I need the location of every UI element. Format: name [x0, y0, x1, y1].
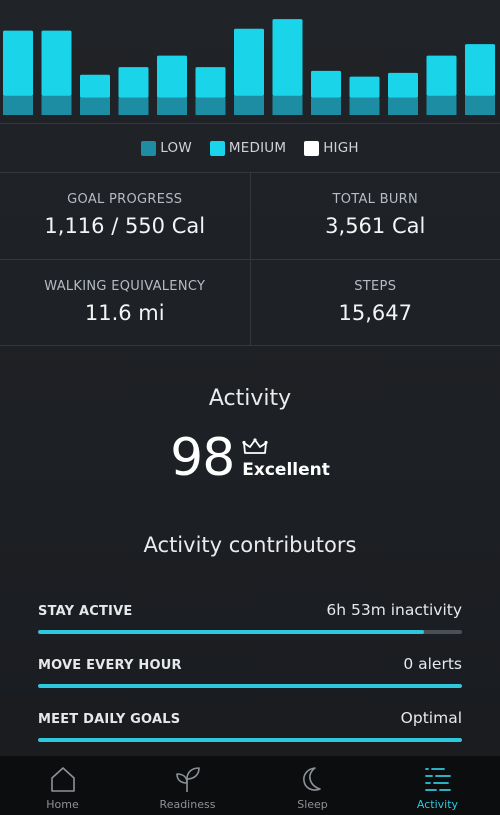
bottom-nav: Home Readiness Sleep Activity	[0, 756, 500, 815]
stat-value: 1,116 / 550 Cal	[44, 214, 206, 238]
activity-score[interactable]: 98 Excellent	[0, 428, 500, 488]
nav-label: Readiness	[159, 798, 216, 811]
contributor-progress-track	[38, 630, 462, 634]
bar-low-3	[80, 97, 110, 115]
bar-medium-13	[465, 44, 495, 96]
nav-label: Activity	[416, 798, 459, 811]
bar-low-7	[234, 95, 264, 115]
legend-label-medium: MEDIUM	[228, 140, 287, 156]
activity-bar-chart	[0, 0, 500, 120]
contributor-header: MOVE EVERY HOUR 0 alerts	[38, 655, 462, 673]
crown-icon	[242, 438, 268, 454]
bar-low-11	[388, 97, 418, 115]
bar-low-5	[157, 97, 187, 115]
chart-svg	[3, 19, 495, 115]
stat-steps[interactable]: STEPS 15,647	[249, 260, 500, 345]
bar-medium-3	[80, 74, 110, 98]
bar-medium-7	[234, 28, 264, 96]
chart-legend: LOW MEDIUM HIGH	[0, 138, 500, 158]
moon-icon	[302, 767, 321, 791]
bar-low-12	[426, 95, 457, 115]
bar-medium-9	[311, 70, 341, 98]
nav-label: Sleep	[297, 798, 328, 811]
stats-row: WALKING EQUIVALENCY 11.6 mi STEPS 15,647	[0, 259, 500, 345]
activity-screen: LOW MEDIUM HIGH GOAL PROGRESS 1,116 / 55…	[0, 0, 500, 815]
legend-swatch-high	[304, 140, 320, 156]
stat-label: GOAL PROGRESS	[67, 192, 183, 207]
contributor-header: MEET DAILY GOALS Optimal	[38, 709, 462, 727]
contributor-name: MOVE EVERY HOUR	[38, 658, 182, 673]
bar-medium-6	[195, 67, 226, 98]
contributor-progress-track	[38, 738, 462, 742]
contributor-progress-fill	[38, 684, 462, 688]
contributor-progress-fill	[38, 630, 424, 634]
contributor-name: MEET DAILY GOALS	[38, 712, 181, 727]
stat-label: STEPS	[354, 279, 397, 294]
legend-label-high: HIGH	[323, 140, 359, 156]
contributor-progress-fill	[38, 738, 462, 742]
stats-row: GOAL PROGRESS 1,116 / 550 Cal TOTAL BURN…	[0, 173, 500, 259]
score-label: Excellent	[242, 460, 330, 480]
contributor-move-every-hour[interactable]: MOVE EVERY HOUR 0 alerts	[38, 655, 462, 688]
stat-value: 11.6 mi	[84, 301, 165, 325]
legend-item-high: HIGH	[304, 140, 359, 156]
bar-low-10	[349, 97, 380, 115]
score-rating: Excellent	[242, 438, 330, 480]
stat-goal-progress[interactable]: GOAL PROGRESS 1,116 / 550 Cal	[0, 173, 250, 259]
stats-grid: GOAL PROGRESS 1,116 / 550 Cal TOTAL BURN…	[0, 172, 500, 346]
nav-label: Home	[46, 798, 79, 811]
nav-item-sleep[interactable]: Sleep	[250, 756, 375, 815]
bar-medium-11	[388, 72, 418, 98]
bar-low-1	[3, 95, 33, 115]
legend-item-low: LOW	[141, 140, 192, 156]
activity-score-title: Activity	[208, 386, 292, 411]
legend-swatch-low	[141, 140, 157, 156]
contributors-title: Activity contributors	[143, 533, 357, 557]
nav-item-readiness[interactable]: Readiness	[125, 756, 250, 815]
contributor-progress-track	[38, 684, 462, 688]
sprout-icon	[175, 767, 200, 792]
contributor-stay-active[interactable]: STAY ACTIVE 6h 53m inactivity	[38, 601, 462, 634]
stat-walking-equivalency[interactable]: WALKING EQUIVALENCY 11.6 mi	[0, 260, 250, 345]
bar-medium-10	[349, 76, 380, 98]
contributor-value: 0 alerts	[403, 655, 462, 673]
bar-low-9	[311, 97, 341, 115]
contributor-name: STAY ACTIVE	[38, 604, 133, 619]
bar-medium-5	[157, 55, 187, 98]
bar-medium-12	[426, 55, 457, 96]
bar-low-8	[272, 95, 303, 115]
stat-value: 15,647	[338, 301, 412, 325]
bar-medium-8	[272, 19, 303, 96]
legend-swatch-medium	[209, 140, 225, 156]
nav-item-activity[interactable]: Activity	[375, 756, 500, 815]
bar-medium-2	[41, 30, 72, 96]
stat-label: WALKING EQUIVALENCY	[44, 279, 206, 294]
stat-value: 3,561 Cal	[325, 214, 426, 238]
activity-list-icon	[424, 768, 451, 791]
bar-low-2	[41, 95, 72, 115]
bar-low-4	[118, 97, 149, 115]
contributor-value: 6h 53m inactivity	[326, 601, 462, 619]
bar-low-6	[195, 97, 226, 115]
home-icon	[50, 767, 75, 792]
legend-label-low: LOW	[160, 140, 192, 156]
stat-label: TOTAL BURN	[332, 192, 419, 207]
bar-medium-4	[118, 67, 149, 98]
nav-item-home[interactable]: Home	[0, 756, 125, 815]
score-number: 98	[170, 428, 235, 488]
bar-low-13	[465, 95, 495, 115]
contributor-meet-daily-goals[interactable]: MEET DAILY GOALS Optimal	[38, 709, 462, 742]
contributor-value: Optimal	[400, 709, 462, 727]
legend-item-medium: MEDIUM	[209, 140, 287, 156]
chart-divider	[0, 123, 500, 124]
stat-total-burn[interactable]: TOTAL BURN 3,561 Cal	[249, 173, 500, 259]
bar-medium-1	[3, 30, 33, 96]
contributor-header: STAY ACTIVE 6h 53m inactivity	[38, 601, 462, 619]
